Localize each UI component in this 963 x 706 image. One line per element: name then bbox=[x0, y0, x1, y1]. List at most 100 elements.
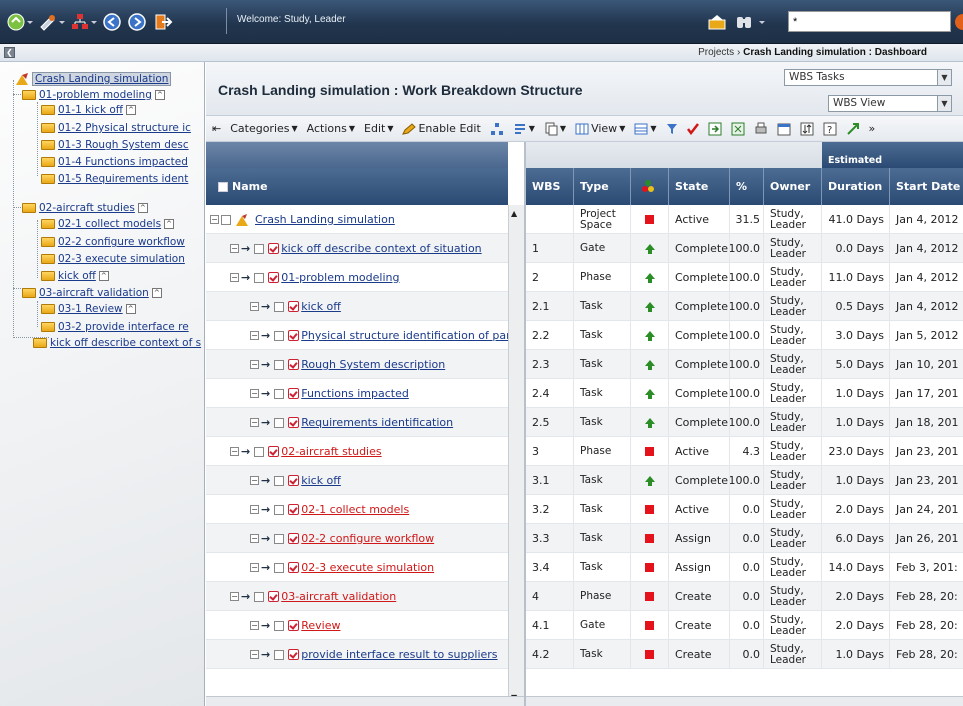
expand-toggle-icon[interactable]: − bbox=[250, 505, 259, 514]
global-search-input[interactable] bbox=[788, 11, 951, 32]
expand-toggle-icon[interactable]: − bbox=[250, 389, 259, 398]
header-state[interactable]: State bbox=[669, 168, 730, 205]
expand-toggle-icon[interactable]: − bbox=[230, 273, 239, 282]
export-icon[interactable] bbox=[708, 122, 722, 136]
expand-toggle-icon[interactable]: − bbox=[230, 447, 239, 456]
expand-toggle-icon[interactable]: − bbox=[250, 563, 259, 572]
row-checkbox[interactable] bbox=[254, 243, 265, 254]
horizontal-scrollbar-right[interactable] bbox=[526, 696, 963, 706]
cell-owner[interactable]: Study, Leader bbox=[764, 408, 822, 437]
tree-node-01-1[interactable]: 01-1 kick off ^ bbox=[41, 102, 137, 118]
table-row[interactable]: − → 02-3 execute simulation bbox=[206, 553, 508, 582]
header-name[interactable]: Name bbox=[206, 168, 508, 205]
cell-owner[interactable]: Study, Leader bbox=[764, 553, 822, 582]
cell-owner[interactable]: Study, Leader bbox=[764, 466, 822, 495]
cell-owner[interactable]: Study, Leader bbox=[764, 524, 822, 553]
back-icon[interactable] bbox=[103, 12, 121, 32]
cell-owner[interactable]: Study, Leader bbox=[764, 205, 822, 234]
row-checkbox[interactable] bbox=[274, 301, 285, 312]
tree-node-01-4[interactable]: 01-4 Functions impacted bbox=[41, 154, 188, 170]
breadcrumb-current[interactable]: Crash Landing simulation : Dashboard bbox=[743, 47, 927, 58]
expand-toggle-icon[interactable]: − bbox=[250, 476, 259, 485]
row-name-link[interactable]: 03-aircraft validation bbox=[281, 590, 396, 603]
tree-node-label[interactable]: 01-5 Requirements ident bbox=[58, 173, 188, 185]
calendar-icon[interactable] bbox=[777, 122, 791, 136]
table-row[interactable]: − → kick off bbox=[206, 466, 508, 495]
tree-node-03[interactable]: 03-aircraft validation ^ bbox=[22, 285, 162, 301]
row-name-link[interactable]: Review bbox=[301, 619, 340, 632]
table-row[interactable]: − → Physical structure identification of p… bbox=[206, 321, 511, 350]
tree-node-label[interactable]: 03-2 provide interface re bbox=[58, 321, 189, 333]
table-row[interactable]: Project Space Active 31.5 Study, Leader 41.0… bbox=[526, 205, 963, 234]
maximize-icon[interactable] bbox=[846, 122, 860, 136]
insert-menu-icon[interactable]: ▼ bbox=[513, 122, 535, 136]
row-name-link[interactable]: kick off bbox=[301, 474, 341, 487]
tree-root-label[interactable]: Crash Landing simulation bbox=[32, 72, 172, 86]
spreadsheet-icon[interactable] bbox=[731, 122, 745, 136]
table-row[interactable]: − → Review bbox=[206, 611, 508, 640]
table-row[interactable]: − → 02-aircraft studies bbox=[206, 437, 508, 466]
enable-edit-button[interactable]: Enable Edit bbox=[402, 122, 481, 135]
more-tools-button[interactable]: » bbox=[869, 122, 876, 135]
checkmark-icon[interactable] bbox=[686, 122, 699, 135]
table-row[interactable]: 3.3 Task Assign 0.0 Study, Leader 6.0 Days Jan… bbox=[526, 524, 963, 553]
tree-node-label[interactable]: 03-aircraft validation bbox=[39, 287, 149, 299]
table-row[interactable]: − → 01-problem modeling bbox=[206, 263, 508, 292]
cell-owner[interactable]: Study, Leader bbox=[764, 582, 822, 611]
forward-icon[interactable] bbox=[128, 12, 146, 32]
tree-node-label[interactable]: 01-2 Physical structure ic bbox=[58, 122, 191, 134]
cell-owner[interactable]: Study, Leader bbox=[764, 611, 822, 640]
table-row[interactable]: 4 Phase Create 0.0 Study, Leader 2.0 Days Feb … bbox=[526, 582, 963, 611]
expand-toggle-icon[interactable]: − bbox=[250, 302, 259, 311]
row-name-link[interactable]: Functions impacted bbox=[301, 387, 409, 400]
header-percent[interactable]: % bbox=[730, 168, 764, 205]
header-type[interactable]: Type bbox=[574, 168, 631, 205]
expand-toggle-icon[interactable]: − bbox=[250, 360, 259, 369]
table-row[interactable]: 4.1 Gate Create 0.0 Study, Leader 2.0 Days Feb… bbox=[526, 611, 963, 640]
tree-node-label[interactable]: 01-problem modeling bbox=[39, 89, 152, 101]
tree-node-label[interactable]: 03-1 Review bbox=[58, 303, 123, 315]
row-name-link[interactable]: 02-aircraft studies bbox=[281, 445, 381, 458]
cell-owner[interactable]: Study, Leader bbox=[764, 350, 822, 379]
table-row[interactable]: 2.5 Task Complete 100.0 Study, Leader 1.0 Day… bbox=[526, 408, 963, 437]
cell-owner[interactable]: Study, Leader bbox=[764, 321, 822, 350]
home-menu-icon[interactable] bbox=[6, 12, 34, 32]
row-checkbox[interactable] bbox=[221, 214, 231, 225]
header-wbs[interactable]: WBS bbox=[526, 168, 574, 205]
table-row[interactable]: 1 Gate Complete 100.0 Study, Leader 0.0 Days J… bbox=[526, 234, 963, 263]
tree-node-label[interactable]: 01-4 Functions impacted bbox=[58, 156, 188, 168]
header-duration[interactable]: Duration bbox=[822, 168, 890, 205]
expand-toggle-icon[interactable]: − bbox=[210, 215, 219, 224]
logout-icon[interactable] bbox=[153, 12, 173, 32]
table-row[interactable]: − → Rough System description bbox=[206, 350, 508, 379]
row-checkbox[interactable] bbox=[274, 533, 285, 544]
tree-node-02-2[interactable]: 02-2 configure workflow bbox=[41, 234, 185, 250]
row-name-link[interactable]: kick off describe context of situation bbox=[281, 242, 481, 255]
copy-menu-icon[interactable]: ▼ bbox=[544, 122, 566, 136]
expand-toggle-icon[interactable]: − bbox=[250, 331, 259, 340]
expand-toggle-icon[interactable]: − bbox=[250, 418, 259, 427]
search-binoculars-icon[interactable] bbox=[735, 12, 771, 32]
tree-node-01-3[interactable]: 01-3 Rough System desc bbox=[41, 137, 189, 153]
cell-owner[interactable]: Study, Leader bbox=[764, 640, 822, 669]
tree-node-03-1[interactable]: 03-1 Review ^ bbox=[41, 301, 136, 317]
table-row[interactable]: − → kick off describe context of situation bbox=[206, 234, 508, 263]
vertical-scrollbar[interactable]: ▲▼ bbox=[508, 205, 524, 706]
table-row[interactable]: 2.2 Task Complete 100.0 Study, Leader 3.0 Day… bbox=[526, 321, 963, 350]
breadcrumb-projects[interactable]: Projects bbox=[698, 47, 734, 58]
tree-node-kickoff-context[interactable]: kick off describe context of s bbox=[33, 335, 201, 351]
table-row[interactable]: − → 02-2 configure workflow bbox=[206, 524, 508, 553]
cell-owner[interactable]: Study, Leader bbox=[764, 263, 822, 292]
tree-node-label[interactable]: kick off bbox=[58, 270, 96, 282]
select-all-checkbox[interactable] bbox=[218, 181, 228, 192]
row-name-link[interactable]: 02-3 execute simulation bbox=[301, 561, 434, 574]
expand-hint-icon[interactable]: ^ bbox=[125, 304, 136, 314]
cell-owner[interactable]: Study, Leader bbox=[764, 495, 822, 524]
table-row[interactable]: 3.4 Task Assign 0.0 Study, Leader 14.0 Days Fe… bbox=[526, 553, 963, 582]
expand-toggle-icon[interactable]: − bbox=[230, 592, 239, 601]
filter-icon[interactable] bbox=[666, 123, 678, 135]
cell-owner[interactable]: Study, Leader bbox=[764, 234, 822, 263]
row-name-link[interactable]: 02-2 configure workflow bbox=[301, 532, 434, 545]
expand-hint-icon[interactable]: ^ bbox=[137, 203, 148, 213]
cell-owner[interactable]: Study, Leader bbox=[764, 379, 822, 408]
